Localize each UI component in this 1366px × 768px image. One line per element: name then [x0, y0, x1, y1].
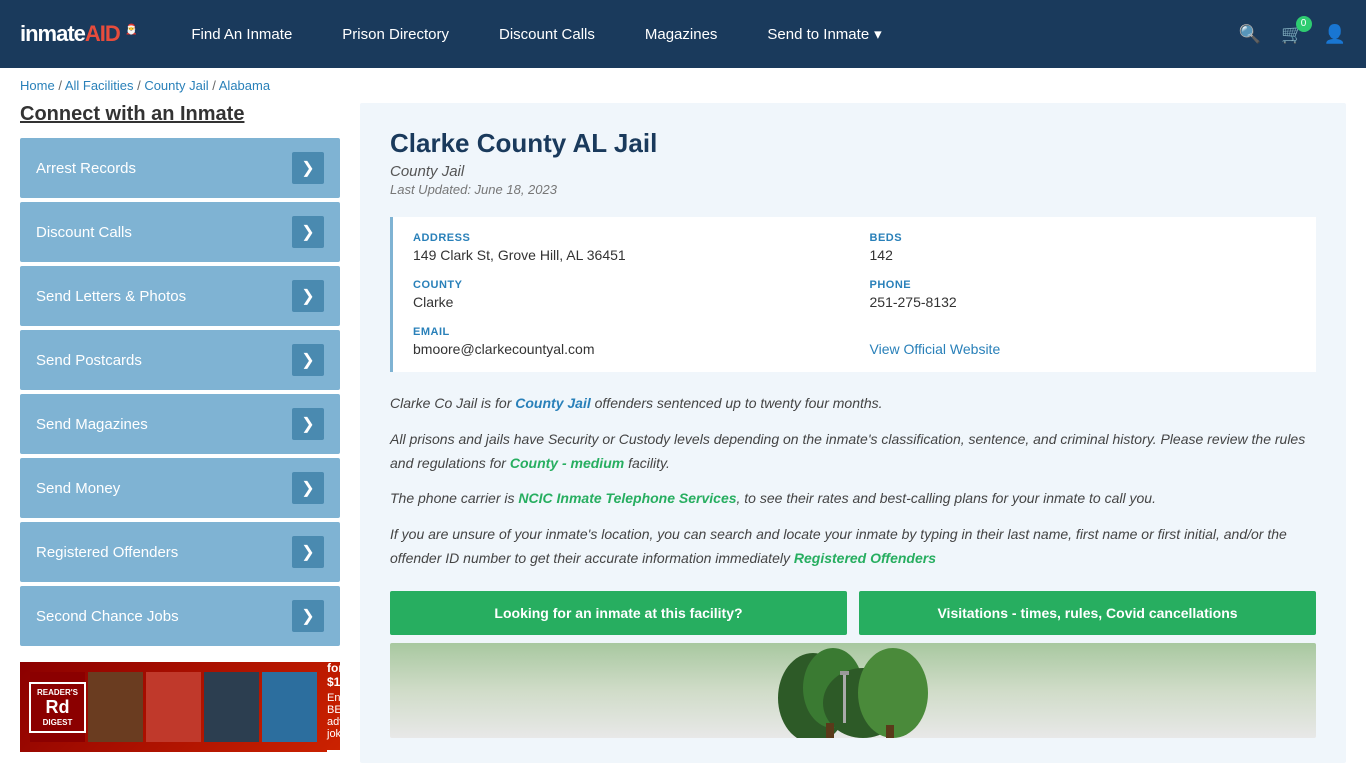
main-container: Connect with an Inmate Arrest Records ❯ …	[0, 103, 1366, 763]
logo[interactable]: inmateAID 🎅	[20, 21, 136, 47]
desc-para-3: The phone carrier is NCIC Inmate Telepho…	[390, 487, 1316, 511]
ad-content: 1 Year Subscription for only $19.98 Enjo…	[327, 662, 340, 752]
desc-para-2: All prisons and jails have Security or C…	[390, 428, 1316, 476]
phone-value: 251-275-8132	[870, 294, 1297, 310]
address-block: ADDRESS 149 Clark St, Grove Hill, AL 364…	[413, 232, 840, 263]
sidebar-label-discount-calls: Discount Calls	[36, 224, 132, 241]
county-medium-link[interactable]: County - medium	[510, 455, 624, 471]
search-button[interactable]: 🔍	[1239, 24, 1261, 45]
facility-content: Clarke County AL Jail County Jail Last U…	[360, 103, 1346, 763]
nav-find-inmate[interactable]: Find An Inmate	[166, 0, 317, 68]
dropdown-arrow-icon: ▾	[874, 25, 882, 43]
facility-image	[390, 643, 1316, 738]
desc-para-4: If you are unsure of your inmate's locat…	[390, 523, 1316, 571]
sidebar-item-arrest-records[interactable]: Arrest Records ❯	[20, 138, 340, 198]
county-label: COUNTY	[413, 279, 840, 291]
main-header: inmateAID 🎅 Find An Inmate Prison Direct…	[0, 0, 1366, 68]
ad-subtitle: Enjoy the BEST stories, advice & jokes!	[327, 692, 340, 740]
beds-block: BEDS 142	[870, 232, 1297, 263]
ad-images: READER'S Rd DIGEST	[30, 672, 317, 742]
official-website-link[interactable]: View Official Website	[870, 341, 1001, 357]
website-block: WEBSITE View Official Website	[870, 326, 1297, 357]
ad-image-3	[146, 672, 201, 742]
ad-image-4	[204, 672, 259, 742]
nav-send-to-inmate[interactable]: Send to Inmate ▾	[742, 0, 906, 68]
tree-illustration	[753, 643, 953, 738]
breadcrumb-home[interactable]: Home	[20, 78, 55, 93]
sidebar: Connect with an Inmate Arrest Records ❯ …	[20, 103, 340, 763]
breadcrumb-alabama[interactable]: Alabama	[219, 78, 270, 93]
arrow-icon-second-chance-jobs: ❯	[292, 600, 324, 632]
nav-discount-calls[interactable]: Discount Calls	[474, 0, 620, 68]
sidebar-label-send-money: Send Money	[36, 480, 120, 497]
nav-prison-directory[interactable]: Prison Directory	[317, 0, 474, 68]
sidebar-label-send-letters: Send Letters & Photos	[36, 288, 186, 305]
arrow-icon-send-letters: ❯	[292, 280, 324, 312]
main-nav: Find An Inmate Prison Directory Discount…	[166, 0, 1238, 68]
sidebar-title: Connect with an Inmate	[20, 103, 340, 126]
breadcrumb-all-facilities[interactable]: All Facilities	[65, 78, 134, 93]
arrow-icon-discount-calls: ❯	[292, 216, 324, 248]
address-label: ADDRESS	[413, 232, 840, 244]
sidebar-item-registered-offenders[interactable]: Registered Offenders ❯	[20, 522, 340, 582]
ad-image-5	[262, 672, 317, 742]
sidebar-label-send-magazines: Send Magazines	[36, 416, 148, 433]
sidebar-label-send-postcards: Send Postcards	[36, 352, 142, 369]
sidebar-item-send-letters[interactable]: Send Letters & Photos ❯	[20, 266, 340, 326]
sidebar-label-second-chance-jobs: Second Chance Jobs	[36, 608, 179, 625]
registered-offenders-link[interactable]: Registered Offenders	[794, 550, 936, 566]
sidebar-item-send-magazines[interactable]: Send Magazines ❯	[20, 394, 340, 454]
user-account-button[interactable]: 👤	[1324, 24, 1346, 45]
logo-text: inmateAID 🎅	[20, 21, 136, 47]
nav-magazines[interactable]: Magazines	[620, 0, 743, 68]
ad-tagline: 1 Year Subscription for only $19.98	[327, 662, 340, 689]
facility-type: County Jail	[390, 163, 1316, 180]
sidebar-item-send-money[interactable]: Send Money ❯	[20, 458, 340, 518]
action-buttons: Looking for an inmate at this facility? …	[390, 591, 1316, 635]
county-jail-link-1[interactable]: County Jail	[515, 395, 590, 411]
phone-label: PHONE	[870, 279, 1297, 291]
cart-badge: 0	[1296, 16, 1312, 32]
last-updated: Last Updated: June 18, 2023	[390, 182, 1316, 197]
arrow-icon-send-magazines: ❯	[292, 408, 324, 440]
facility-description: Clarke Co Jail is for County Jail offend…	[390, 392, 1316, 571]
email-label: EMAIL	[413, 326, 840, 338]
facility-name: Clarke County AL Jail	[390, 128, 1316, 159]
email-block: EMAIL bmoore@clarkecountyal.com	[413, 326, 840, 357]
arrow-icon-arrest-records: ❯	[292, 152, 324, 184]
find-inmate-button[interactable]: Looking for an inmate at this facility?	[390, 591, 847, 635]
beds-value: 142	[870, 247, 1297, 263]
county-block: COUNTY Clarke	[413, 279, 840, 310]
desc-para-1: Clarke Co Jail is for County Jail offend…	[390, 392, 1316, 416]
sidebar-menu: Arrest Records ❯ Discount Calls ❯ Send L…	[20, 138, 340, 646]
cart-button[interactable]: 🛒 0	[1281, 24, 1303, 45]
sidebar-item-send-postcards[interactable]: Send Postcards ❯	[20, 330, 340, 390]
arrow-icon-send-postcards: ❯	[292, 344, 324, 376]
breadcrumb-county-jail[interactable]: County Jail	[144, 78, 208, 93]
ad-image-2	[88, 672, 143, 742]
arrow-icon-send-money: ❯	[292, 472, 324, 504]
address-value: 149 Clark St, Grove Hill, AL 36451	[413, 247, 840, 263]
sidebar-label-registered-offenders: Registered Offenders	[36, 544, 178, 561]
ncic-link[interactable]: NCIC Inmate Telephone Services	[518, 490, 736, 506]
county-value: Clarke	[413, 294, 840, 310]
phone-block: PHONE 251-275-8132	[870, 279, 1297, 310]
beds-label: BEDS	[870, 232, 1297, 244]
ad-image-1: READER'S Rd DIGEST	[30, 672, 85, 742]
ad-banner[interactable]: READER'S Rd DIGEST 1 Year Subscription f…	[20, 662, 340, 752]
visitations-button[interactable]: Visitations - times, rules, Covid cancel…	[859, 591, 1316, 635]
facility-info-section: ADDRESS 149 Clark St, Grove Hill, AL 364…	[390, 217, 1316, 372]
arrow-icon-registered-offenders: ❯	[292, 536, 324, 568]
ad-subscribe-button[interactable]: Subscribe Now	[327, 750, 340, 753]
sidebar-item-discount-calls[interactable]: Discount Calls ❯	[20, 202, 340, 262]
info-grid: ADDRESS 149 Clark St, Grove Hill, AL 364…	[413, 232, 1296, 357]
email-value: bmoore@clarkecountyal.com	[413, 341, 840, 357]
header-icons: 🔍 🛒 0 👤	[1239, 24, 1346, 45]
breadcrumb: Home / All Facilities / County Jail / Al…	[0, 68, 1366, 103]
sidebar-item-second-chance-jobs[interactable]: Second Chance Jobs ❯	[20, 586, 340, 646]
sidebar-label-arrest-records: Arrest Records	[36, 160, 136, 177]
